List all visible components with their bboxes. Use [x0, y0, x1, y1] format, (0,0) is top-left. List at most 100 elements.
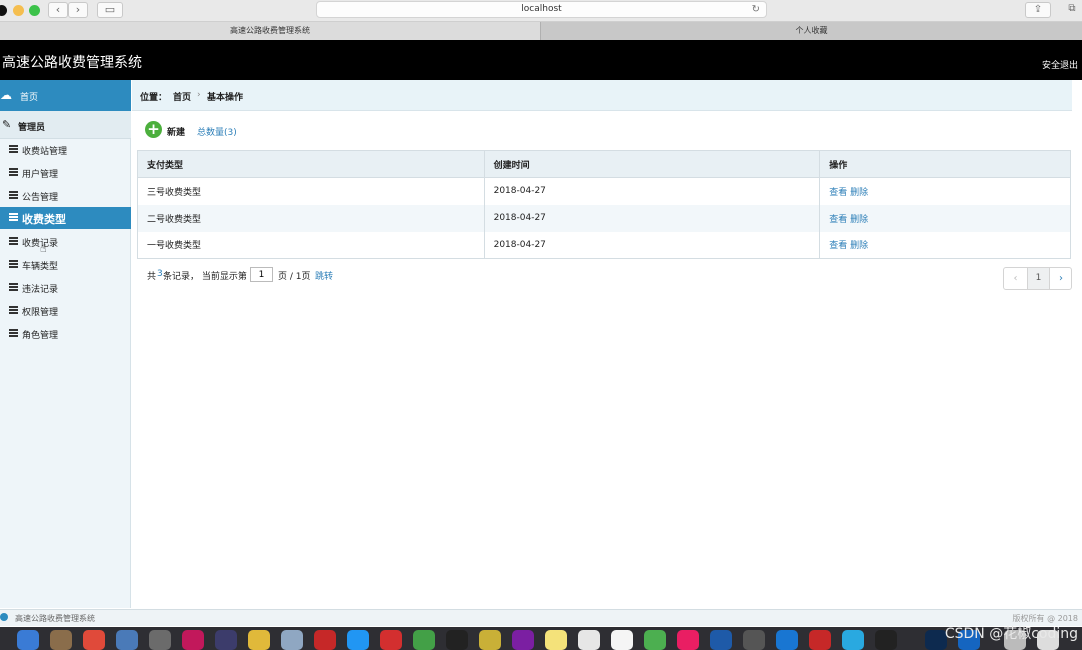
cell-payment-type: 一号收费类型	[137, 231, 485, 259]
list-icon	[9, 168, 18, 176]
back-icon[interactable]: ‹	[48, 2, 68, 18]
edit-icon: ✎	[2, 118, 12, 131]
filezilla-icon[interactable]	[380, 630, 402, 650]
browser-titlebar: ‹ › ▭ localhost ↻ ⇪ ⧉	[0, 0, 1082, 22]
next-page-icon[interactable]: ›	[1050, 268, 1072, 289]
calendar-icon[interactable]	[611, 630, 633, 650]
app-icon[interactable]	[809, 630, 831, 650]
redis-icon[interactable]	[314, 630, 336, 650]
address-bar[interactable]: localhost ↻	[316, 1, 767, 18]
pager: ‹ 1 ›	[1003, 267, 1072, 290]
notes-app-icon[interactable]	[50, 630, 72, 650]
cell-created-time: 2018-04-27	[484, 231, 821, 259]
plus-icon: +	[145, 121, 162, 138]
stickies-icon[interactable]	[545, 630, 567, 650]
page-button[interactable]: 1	[1027, 268, 1050, 289]
close-window-icon[interactable]	[0, 5, 7, 16]
share-icon[interactable]: ⇪	[1025, 2, 1051, 18]
app-icon[interactable]	[512, 630, 534, 650]
sidebar-item-label: 角色管理	[22, 331, 59, 341]
footer-title: 高速公路收费管理系统	[15, 614, 95, 623]
reload-icon[interactable]: ↻	[752, 2, 760, 17]
list-icon	[9, 237, 18, 245]
logout-link[interactable]: 安全退出	[1042, 58, 1078, 71]
delete-link[interactable]: 删除	[850, 188, 868, 198]
launchpad-icon[interactable]	[149, 630, 171, 650]
show-tabs-icon[interactable]: ⧉	[1062, 2, 1082, 18]
sidebar-item-violations[interactable]: 违法记录	[0, 277, 131, 299]
table-header-row: 支付类型 创建时间 操作	[137, 150, 1071, 178]
list-icon	[9, 213, 18, 221]
minimize-window-icon[interactable]	[13, 5, 24, 16]
chrome-icon[interactable]	[83, 630, 105, 650]
pagination-prefix: 共	[147, 272, 157, 282]
sidebar-item-label: 收费站管理	[22, 147, 68, 157]
breadcrumb-home[interactable]: 首页	[173, 90, 191, 103]
address-text: localhost	[521, 4, 562, 14]
delete-link[interactable]: 删除	[850, 241, 868, 251]
baidu-icon[interactable]	[776, 630, 798, 650]
qq-icon[interactable]	[875, 630, 897, 650]
app-header: 高速公路收费管理系统 安全退出	[0, 40, 1082, 80]
cell-created-time: 2018-04-27	[484, 204, 821, 232]
breadcrumb-current: 基本操作	[207, 93, 244, 103]
app-icon[interactable]	[479, 630, 501, 650]
database-icon[interactable]	[281, 630, 303, 650]
column-header-payment-type: 支付类型	[137, 150, 485, 178]
sidebar-item-toll-stations[interactable]: 收费站管理	[0, 139, 131, 161]
cell-created-time: 2018-04-27	[484, 177, 821, 205]
pagination-suffix: 页 / 1页	[278, 272, 311, 282]
word-icon[interactable]	[710, 630, 732, 650]
maps-icon[interactable]	[644, 630, 666, 650]
textedit-icon[interactable]	[578, 630, 600, 650]
sidebar-item-vehicle-types[interactable]: 车辆类型	[0, 254, 131, 276]
sidebar-item-label: 违法记录	[22, 285, 59, 295]
intellij-icon[interactable]	[182, 630, 204, 650]
sidebar-toggle-icon[interactable]: ▭	[97, 2, 123, 18]
list-icon	[9, 306, 18, 314]
music-icon[interactable]	[677, 630, 699, 650]
cell-payment-type: 三号收费类型	[137, 177, 485, 205]
jump-link[interactable]: 跳转	[315, 269, 333, 282]
pointer-cursor-icon: ☝	[40, 242, 47, 255]
page-number-input[interactable]	[250, 267, 273, 282]
preview-icon[interactable]	[116, 630, 138, 650]
new-button[interactable]: + 新建	[145, 121, 190, 139]
delete-link[interactable]: 删除	[850, 215, 868, 225]
cell-actions: 查看 删除	[819, 231, 1071, 259]
qq-icon[interactable]	[446, 630, 468, 650]
sidebar-item-label: 收费类型	[22, 213, 66, 226]
browser-tab-app[interactable]: 高速公路收费管理系统	[0, 22, 540, 40]
sidebar-home[interactable]: ☁ 首页	[0, 80, 131, 111]
view-link[interactable]: 查看	[829, 188, 847, 198]
sidebar-item-permissions[interactable]: 权限管理	[0, 300, 131, 322]
footer: 高速公路收费管理系统 版权所有 @ 2018	[0, 609, 1082, 626]
view-link[interactable]: 查看	[829, 241, 847, 251]
sidebar-item-toll-types[interactable]: 收费类型	[0, 207, 131, 229]
pagination-count: 3	[157, 269, 163, 279]
sidebar-item-roles[interactable]: 角色管理	[0, 323, 131, 345]
app-icon[interactable]	[248, 630, 270, 650]
watermark: CSDN @花椒coding	[944, 626, 1078, 642]
browser-tabbar: 高速公路收费管理系统 个人收藏	[0, 22, 1082, 40]
cloud-icon: ☁	[0, 88, 12, 102]
column-header-created-time: 创建时间	[484, 150, 821, 178]
time-machine-icon[interactable]	[743, 630, 765, 650]
wechat-icon[interactable]	[413, 630, 435, 650]
browser-tab-favorites[interactable]: 个人收藏	[540, 22, 1082, 40]
zoom-window-icon[interactable]	[29, 5, 40, 16]
app-icon[interactable]	[842, 630, 864, 650]
view-link[interactable]: 查看	[829, 215, 847, 225]
forward-icon[interactable]: ›	[68, 2, 88, 18]
list-icon	[9, 283, 18, 291]
eclipse-icon[interactable]	[215, 630, 237, 650]
prev-page-icon[interactable]: ‹	[1004, 268, 1027, 289]
sidebar-item-users[interactable]: 用户管理	[0, 162, 131, 184]
photoshop-icon[interactable]	[925, 630, 947, 650]
sidebar-item-toll-records[interactable]: 收费记录	[0, 231, 131, 253]
safari-icon[interactable]	[347, 630, 369, 650]
list-icon	[9, 329, 18, 337]
sidebar-group-admin[interactable]: ✎ 管理员	[0, 111, 131, 139]
finder-icon[interactable]	[17, 630, 39, 650]
sidebar-item-announcements[interactable]: 公告管理	[0, 185, 131, 207]
